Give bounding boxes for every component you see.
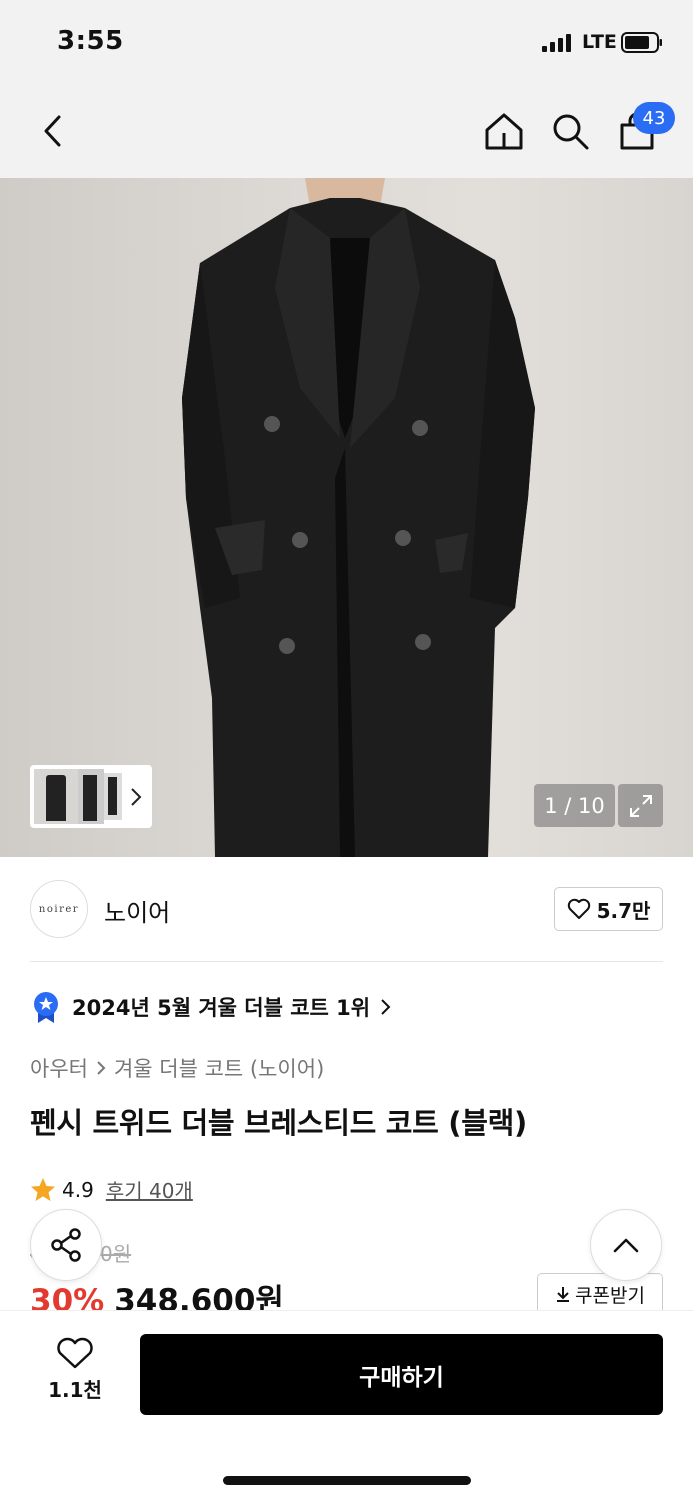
thumbnail-image <box>104 773 122 820</box>
product-photo-coat <box>182 178 535 857</box>
chevron-right-icon <box>97 1061 106 1075</box>
share-button[interactable] <box>30 1209 102 1281</box>
chevron-left-icon <box>44 115 61 147</box>
home-icon <box>485 113 523 150</box>
expand-image-button[interactable] <box>618 784 663 827</box>
brand-like-button[interactable]: 5.7만 <box>554 887 663 931</box>
rating-row: 4.9 후기 40개 <box>30 1175 193 1204</box>
brand-logo[interactable]: noirer <box>30 880 88 938</box>
status-time: 3:55 <box>57 26 124 56</box>
chevron-right-icon <box>381 999 391 1015</box>
thumbnail-image <box>34 769 78 824</box>
brand-like-count: 5.7만 <box>596 898 651 923</box>
wishlist-count: 1.1천 <box>48 1378 102 1402</box>
home-indicator <box>223 1476 471 1485</box>
signal-icon <box>542 34 576 52</box>
coupon-button[interactable]: 쿠폰받기 <box>537 1273 663 1315</box>
ranking-text: 2024년 5월 겨울 더블 코트 1위 <box>72 996 371 1020</box>
search-button[interactable] <box>545 104 595 158</box>
status-bar: 3:55 LTE <box>0 0 693 88</box>
thumbnail-strip[interactable] <box>30 765 152 828</box>
breadcrumb: 아우터 겨울 더블 코트 (노이어) <box>30 1053 324 1083</box>
rating-value: 4.9 <box>62 1177 94 1202</box>
product-title: 펜시 트위드 더블 브레스티드 코트 (블랙) <box>30 1106 527 1140</box>
coupon-label: 쿠폰받기 <box>575 1284 645 1307</box>
heart-icon <box>57 1337 93 1369</box>
ranking-link[interactable]: 2024년 5월 겨울 더블 코트 1위 <box>30 990 392 1024</box>
award-badge-icon <box>34 992 58 1023</box>
battery-icon <box>621 32 662 53</box>
brand-name[interactable]: 노이어 <box>104 893 170 928</box>
star-icon <box>31 1177 55 1201</box>
search-icon <box>553 114 589 150</box>
share-icon <box>51 1228 81 1262</box>
buy-button[interactable]: 구매하기 <box>140 1334 663 1415</box>
home-button[interactable] <box>479 104 529 158</box>
heart-icon <box>567 898 590 919</box>
divider <box>30 961 663 962</box>
image-pager: 1 / 10 <box>534 784 615 827</box>
chevron-right-icon <box>131 788 142 806</box>
thumbnail-image <box>78 769 104 824</box>
scroll-top-button[interactable] <box>590 1209 662 1281</box>
back-button[interactable] <box>27 104 77 158</box>
expand-icon <box>629 794 652 817</box>
download-icon <box>557 1287 570 1302</box>
breadcrumb-category[interactable]: 아우터 <box>30 1053 88 1083</box>
top-nav <box>0 88 693 178</box>
cart-count-badge: 43 <box>633 102 675 134</box>
review-count-link[interactable]: 후기 40개 <box>106 1175 193 1204</box>
chevron-up-icon <box>613 1238 639 1253</box>
product-image-gallery[interactable]: 1 / 10 <box>0 178 693 857</box>
network-label: LTE <box>582 31 617 53</box>
breadcrumb-subcategory[interactable]: 겨울 더블 코트 (노이어) <box>114 1053 324 1083</box>
wishlist-button[interactable]: 1.1천 <box>40 1336 110 1406</box>
